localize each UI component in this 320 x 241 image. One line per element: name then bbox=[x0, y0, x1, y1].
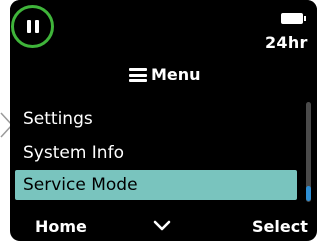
scrollbar[interactable] bbox=[306, 102, 311, 202]
menu-list: Settings System Info Service Mode bbox=[10, 92, 317, 212]
menu-title-bar: Menu bbox=[10, 62, 317, 90]
home-softkey[interactable]: Home bbox=[35, 217, 87, 236]
menu-icon bbox=[129, 68, 147, 82]
chevron-down-icon[interactable] bbox=[153, 219, 171, 233]
pause-button[interactable] bbox=[11, 5, 54, 48]
menu-item-settings[interactable]: Settings bbox=[15, 104, 297, 134]
softkey-bar: Home Select bbox=[10, 214, 317, 241]
menu-item-system-info[interactable]: System Info bbox=[15, 138, 297, 168]
select-softkey[interactable]: Select bbox=[252, 217, 308, 236]
pause-icon-bar bbox=[35, 20, 39, 33]
pause-icon bbox=[27, 20, 31, 33]
clock-mode-label: 24hr bbox=[265, 33, 308, 52]
battery-full-icon bbox=[281, 13, 306, 24]
status-bar: 24hr bbox=[10, 0, 317, 62]
menu-item-service-mode[interactable]: Service Mode bbox=[15, 170, 297, 200]
scrollbar-thumb[interactable] bbox=[306, 186, 311, 201]
device-screen: 24hr Menu Settings System Info Service M… bbox=[10, 0, 317, 241]
page-title: Menu bbox=[151, 65, 201, 84]
